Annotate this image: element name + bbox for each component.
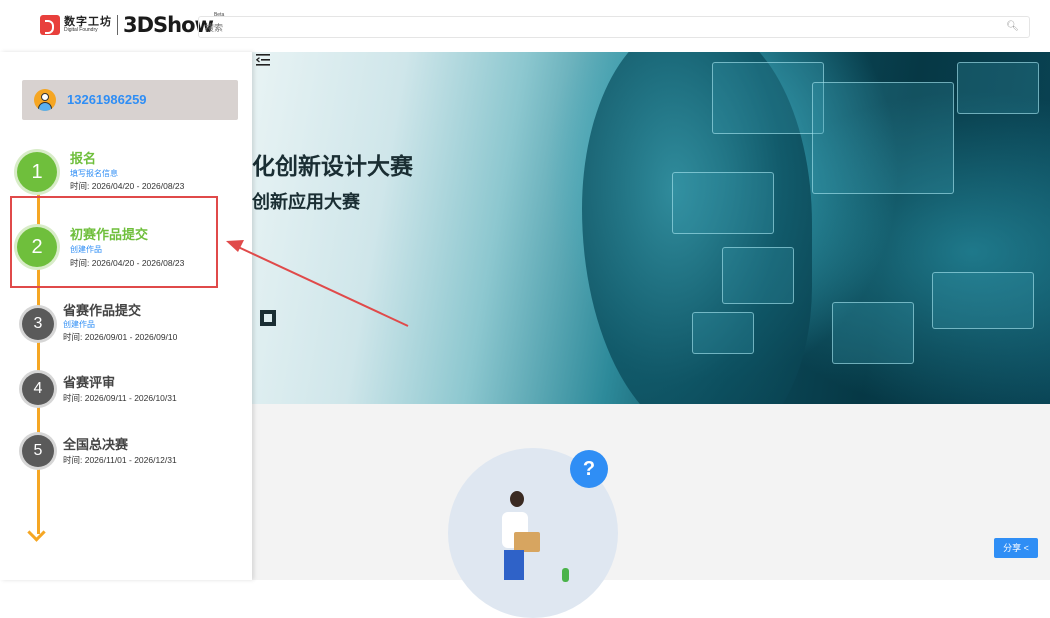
hero-hud-panel xyxy=(832,302,914,364)
annotation-highlight-box xyxy=(10,196,218,288)
step-title: 省赛评审 xyxy=(63,375,116,390)
search-input[interactable] xyxy=(199,17,987,39)
collapse-menu-icon[interactable] xyxy=(256,54,270,66)
share-button[interactable]: 分享 < xyxy=(994,538,1038,558)
hero-hud-panel xyxy=(957,62,1039,114)
logo-mark-icon xyxy=(40,15,60,35)
step-title: 省赛作品提交 xyxy=(63,303,142,318)
illustration-box xyxy=(514,532,540,552)
step-action-link[interactable]: 填写报名信息 xyxy=(70,168,118,179)
hero-hud-panel xyxy=(812,82,954,194)
user-phone: 13261986259 xyxy=(67,92,147,107)
timeline-arrow-icon xyxy=(27,523,46,542)
avatar xyxy=(34,89,56,111)
question-icon: ? xyxy=(570,450,608,488)
hero-hud-panel xyxy=(932,272,1034,329)
step-time: 时间: 2026/11/01 - 2026/12/31 xyxy=(63,455,177,465)
logo-en-text: Digital Foundry xyxy=(64,27,98,33)
progress-sidebar: 13261986259 1 报名 填写报名信息 时间: 2026/04/20 -… xyxy=(0,52,252,580)
step-action-link[interactable]: 创建作品 xyxy=(63,319,95,330)
hero-title-line2: 创新应用大赛 xyxy=(252,192,360,212)
step-title: 报名 xyxy=(70,151,97,166)
hero-hud-panel xyxy=(712,62,824,134)
step-time: 时间: 2026/04/20 - 2026/08/23 xyxy=(70,181,185,191)
hero-title-line1: 化创新设计大赛 xyxy=(252,153,413,179)
user-card[interactable]: 13261986259 xyxy=(22,80,238,120)
step-title: 全国总决赛 xyxy=(63,437,129,452)
empty-state-area: ? xyxy=(252,404,1050,618)
step-time: 时间: 2026/09/11 - 2026/10/31 xyxy=(63,393,177,403)
step-time: 时间: 2026/09/01 - 2026/09/10 xyxy=(63,332,178,342)
hero-hud-panel xyxy=(722,247,794,304)
search-bar[interactable]: 🔍︎ xyxy=(198,16,1030,39)
step-number-badge: 1 xyxy=(17,152,57,192)
step-number-badge: 3 xyxy=(22,308,54,340)
step-number-badge: 5 xyxy=(22,435,54,467)
hero-banner: 化创新设计大赛 创新应用大赛 xyxy=(252,52,1050,404)
hero-hud-panel xyxy=(692,312,754,354)
top-header: 数字工坊 Digital Foundry 3DShow Beta 🔍︎ xyxy=(0,0,1050,52)
hero-hud-panel xyxy=(672,172,774,234)
search-icon[interactable]: 🔍︎ xyxy=(1006,21,1019,32)
logo[interactable]: 数字工坊 Digital Foundry 3DShow Beta xyxy=(40,12,224,38)
illustration-person-head xyxy=(510,491,524,507)
logo-divider xyxy=(117,15,118,35)
illustration-person-legs xyxy=(504,550,524,580)
hero-logo-mark xyxy=(260,310,276,326)
step-number-badge: 4 xyxy=(22,373,54,405)
